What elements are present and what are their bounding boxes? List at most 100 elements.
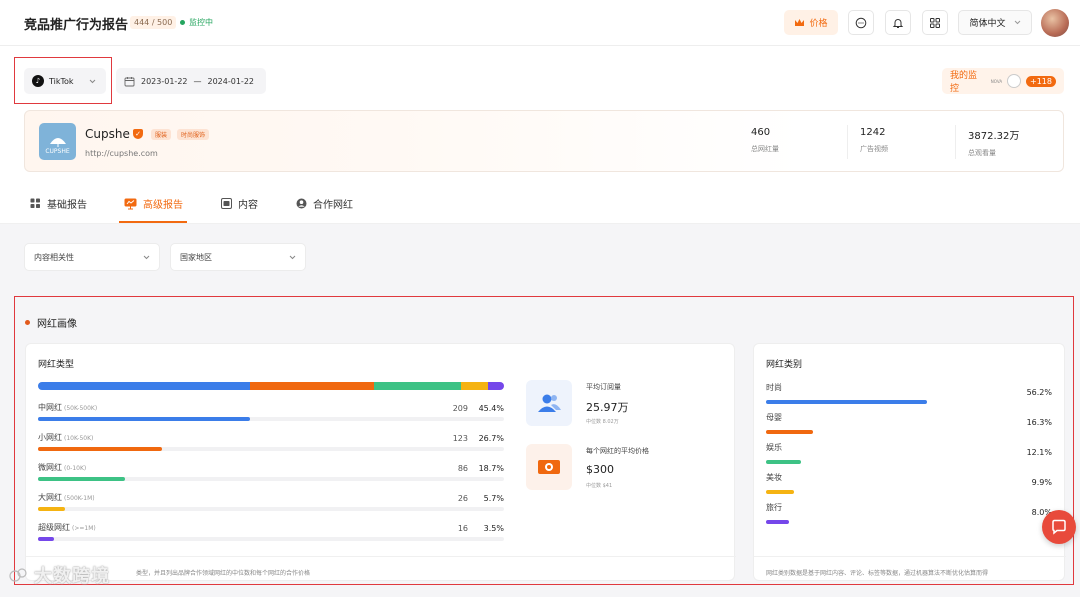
type-count: 123 (452, 434, 468, 443)
brand-name: Cupshe (85, 127, 130, 141)
money-icon (538, 460, 560, 474)
type-range: (>=1M) (72, 525, 96, 532)
type-label: 超级网红 (38, 523, 70, 532)
brand-url[interactable]: http://cupshe.com (85, 149, 158, 158)
type-count: 26 (457, 494, 468, 503)
type-range: (500K-1M) (64, 495, 95, 502)
influencer-category-panel: 网红类别 时尚 56.2% 母婴 16.3% 娱乐 12.1% 美妆 9.9% 旅行 8.0% 网… (753, 343, 1066, 581)
chevron-down-icon (89, 79, 95, 83)
language-select[interactable]: 简体中文 (958, 10, 1032, 35)
category-row: 美妆 9.9% (766, 472, 1052, 498)
stat-value: 1242 (860, 127, 886, 138)
category-label: 娱乐 (766, 443, 782, 452)
type-percent: 18.7% (478, 464, 504, 473)
type-row: 中网红 (50K-500K) 209 45.4% (38, 402, 504, 428)
stacked-segment (373, 382, 462, 390)
tab-content[interactable]: 内容 (221, 196, 258, 211)
type-label: 中网红 (38, 403, 62, 412)
category-label: 美妆 (766, 473, 782, 482)
stat-ad-videos: 1242 广告视频 (860, 127, 888, 154)
type-bar-fill (38, 447, 163, 451)
panel-footnote: 类型，并且列出品牌合作领域网红的中位数和每个网红的合作价格 (136, 570, 311, 577)
avg-subscribers-icon-box (526, 380, 572, 426)
type-percent: 5.7% (483, 494, 504, 503)
watermark-logo-icon (9, 568, 27, 582)
date-end: 2024-01-22 (207, 76, 255, 86)
section-title: 网红画像 (25, 315, 77, 330)
monitored-brand-logo: NOVA (990, 78, 1003, 84)
brand-logo: CUPSHE (39, 123, 76, 160)
type-row: 超级网红 (>=1M) 16 3.5% (38, 522, 504, 548)
category-row: 旅行 8.0% (766, 502, 1052, 528)
category-bar-fill (766, 520, 789, 524)
type-percent: 26.7% (478, 434, 504, 443)
platform-select[interactable]: ♪ TikTok (24, 68, 106, 94)
type-label: 微网红 (38, 463, 62, 472)
verified-shield-icon: ✓ (133, 129, 143, 139)
type-bar-track (38, 417, 504, 421)
calendar-icon (124, 76, 135, 86)
type-range: (0-10K) (64, 465, 87, 472)
type-bar-track (38, 507, 504, 511)
metric-sub: 中位数 8.02万 (586, 419, 619, 425)
type-bar-fill (38, 507, 65, 511)
price-button[interactable]: 价格 (784, 10, 838, 35)
influencer-type-panel: 网红类型 中网红 (50K-500K) 209 45.4% 小网红 (10K-50K) 12… (25, 343, 736, 581)
monitor-label: 我的监控 (950, 71, 978, 94)
panel-divider (26, 556, 736, 557)
category-bar-fill (766, 400, 927, 404)
stat-label: 总观看量 (968, 149, 996, 157)
region-filter[interactable]: 国家地区 (170, 243, 306, 271)
metric-value: $300 (586, 463, 614, 476)
category-bar-fill (766, 490, 795, 494)
bell-icon (892, 18, 904, 28)
metric-value: 25.97万 (586, 401, 629, 414)
divider (847, 125, 848, 159)
category-percent: 12.1% (1026, 448, 1052, 457)
language-label: 简体中文 (969, 19, 1006, 29)
tiktok-icon: ♪ (32, 75, 44, 87)
type-name: 大网红 (500K-1M) (38, 492, 95, 503)
tab-basic-report[interactable]: 基础报告 (30, 196, 87, 211)
status-text: 监控中 (189, 18, 213, 27)
watermark-text: 大数跨境 (34, 566, 110, 587)
chat-support-button[interactable] (1042, 510, 1076, 544)
tab-partner-influencers[interactable]: 合作网红 (296, 196, 353, 211)
relevance-filter[interactable]: 内容相关性 (24, 243, 160, 271)
platform-label: TikTok (49, 76, 74, 86)
type-bar-fill (38, 537, 55, 541)
category-row: 娱乐 12.1% (766, 442, 1052, 468)
category-label: 旅行 (766, 503, 782, 512)
date-range-picker[interactable]: 2023-01-22 — 2024-01-22 (116, 68, 266, 94)
tab-advanced-report[interactable]: 高级报告 (124, 196, 183, 211)
brand-tag: 时尚服饰 (177, 129, 210, 140)
tab-label: 内容 (238, 200, 258, 211)
stat-label: 总网红量 (751, 145, 779, 153)
my-monitor-button[interactable]: 我的监控 NOVA +118 (942, 68, 1064, 94)
type-range: (10K-50K) (64, 435, 94, 442)
brand-card: CUPSHE Cupshe ✓ 服装 时尚服饰 http://cupshe.co… (24, 110, 1064, 172)
notification-button[interactable] (885, 10, 911, 35)
user-avatar[interactable] (1041, 9, 1069, 37)
type-percent: 3.5% (483, 524, 504, 533)
panel-title: 网红类别 (766, 360, 803, 370)
type-bar-fill (38, 417, 250, 421)
message-button[interactable] (848, 10, 874, 35)
type-name: 超级网红 (>=1M) (38, 522, 96, 533)
users-icon (538, 394, 561, 412)
type-row: 大网红 (500K-1M) 26 5.7% (38, 492, 504, 518)
page-title: 竞品推广行为报告 (24, 18, 129, 33)
category-row: 母婴 16.3% (766, 412, 1052, 438)
divider (955, 125, 956, 159)
metric-label: 平均订阅量 (586, 383, 621, 391)
price-label: 价格 (809, 19, 828, 29)
tab-label: 高级报告 (143, 200, 183, 211)
stacked-segment (487, 382, 504, 390)
monitored-brand-avatar (1007, 74, 1022, 88)
monitor-count-badge: +118 (1026, 75, 1056, 87)
panel-footnote: 网红类别数据是基于网红内容、评论、标签等数据，通过机器算法不断优化估算而得 (766, 570, 989, 577)
apps-button[interactable] (922, 10, 948, 35)
user-icon (296, 198, 307, 209)
section-dot-icon (25, 320, 30, 325)
metric-label: 每个网红的平均价格 (586, 447, 649, 455)
